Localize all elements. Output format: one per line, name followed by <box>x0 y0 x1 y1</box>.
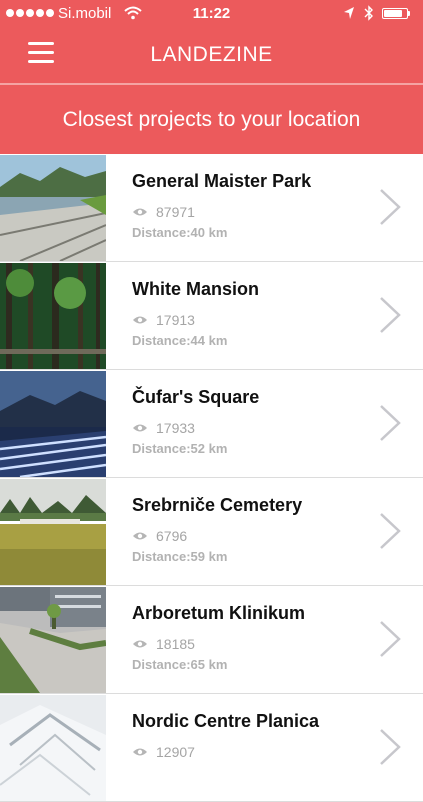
eye-icon <box>133 424 147 432</box>
navigation-bar: LANDEZINE <box>0 28 423 83</box>
project-list-item[interactable]: Čufar's Square 17933 Distance:52 km <box>0 370 423 478</box>
view-count-value: 17933 <box>156 420 195 436</box>
project-distance: Distance:40 km <box>132 225 228 240</box>
project-thumbnail <box>0 695 106 801</box>
eye-icon <box>133 208 147 216</box>
project-list-item[interactable]: White Mansion 17913 Distance:44 km <box>0 262 423 370</box>
project-distance: Distance:65 km <box>132 657 228 672</box>
eye-icon <box>133 316 147 324</box>
project-title: White Mansion <box>132 279 259 299</box>
eye-icon <box>133 532 147 540</box>
project-title: General Maister Park <box>132 171 312 191</box>
project-title: Nordic Centre Planica <box>132 711 320 731</box>
project-title: Arboretum Klinikum <box>132 603 306 623</box>
project-thumbnail <box>0 479 106 585</box>
chevron-right-icon <box>380 729 401 765</box>
location-arrow-icon <box>344 7 354 19</box>
status-bar: Si.mobil 11:22 <box>0 0 423 28</box>
view-count: 87971 <box>132 204 195 220</box>
project-thumbnail <box>0 155 106 261</box>
project-thumbnail <box>0 587 106 693</box>
view-count: 6796 <box>132 528 187 544</box>
project-distance: Distance:44 km <box>132 333 228 348</box>
project-list-item[interactable]: Srebrniče Cemetery 6796 Distance:59 km <box>0 478 423 586</box>
battery-tip <box>408 11 410 16</box>
chevron-right-icon <box>380 621 401 657</box>
battery-icon <box>382 8 408 19</box>
view-count-value: 12907 <box>156 744 195 760</box>
view-count-value: 6796 <box>156 528 188 544</box>
view-count: 18185 <box>132 636 195 652</box>
project-thumbnail <box>0 371 106 477</box>
project-title: Srebrniče Cemetery <box>132 495 303 515</box>
view-count: 17913 <box>132 312 195 328</box>
view-count: 12907 <box>132 744 195 760</box>
eye-icon <box>133 640 147 648</box>
project-list: General Maister Park 87971 Distance:40 k… <box>0 154 423 802</box>
project-thumbnail <box>0 263 106 369</box>
project-list-item[interactable]: Arboretum Klinikum 18185 Distance:65 km <box>0 586 423 694</box>
eye-icon <box>133 748 147 756</box>
view-count-value: 17913 <box>156 312 195 328</box>
view-count: 17933 <box>132 420 195 436</box>
view-count-value: 18185 <box>156 636 195 652</box>
clock: 11:22 <box>192 5 231 22</box>
app-title: LANDEZINE <box>150 43 273 66</box>
chevron-right-icon <box>380 297 401 333</box>
project-distance: Distance:52 km <box>132 441 228 456</box>
chevron-right-icon <box>380 513 401 549</box>
project-list-item[interactable]: General Maister Park 87971 Distance:40 k… <box>0 154 423 262</box>
bluetooth-icon <box>364 5 373 21</box>
view-count-value: 87971 <box>156 204 195 220</box>
chevron-right-icon <box>380 405 401 441</box>
section-header: Closest projects to your location <box>0 85 423 154</box>
project-distance: Distance:59 km <box>132 549 228 564</box>
project-title: Čufar's Square <box>132 387 260 407</box>
chevron-right-icon <box>380 189 401 225</box>
project-list-item[interactable]: Nordic Centre Planica 12907 <box>0 694 423 802</box>
